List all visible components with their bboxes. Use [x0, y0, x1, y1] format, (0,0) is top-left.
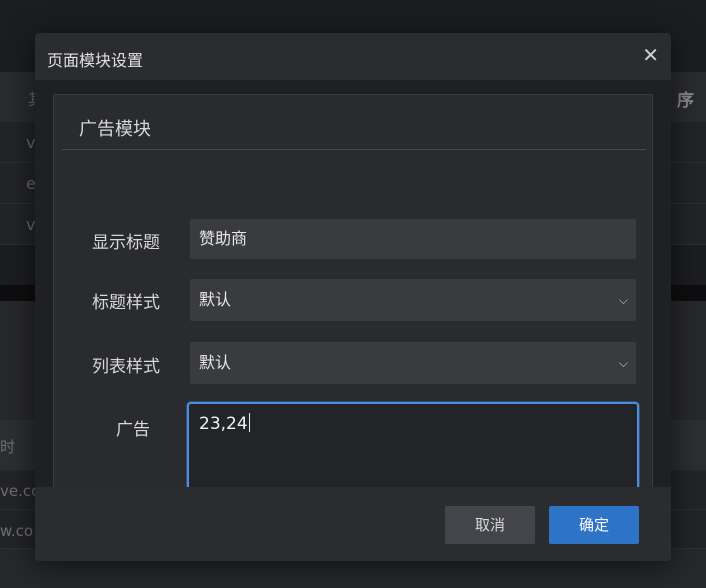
title-style-label: 标题样式: [92, 293, 160, 313]
ads-label: 广告: [116, 420, 150, 440]
close-icon[interactable]: ✕: [642, 43, 659, 67]
title-style-select[interactable]: 默认 ⌵: [190, 279, 636, 321]
page-module-settings-dialog: 页面模块设置 ✕ 广告模块 显示标题 赞助商 标题样式 默认 ⌵ 列表样式 默认…: [35, 33, 671, 561]
chevron-down-icon: ⌵: [618, 356, 628, 370]
section-divider: [62, 149, 646, 150]
bg-second-header-text: 时: [0, 438, 16, 456]
dialog-footer: 取消 确定: [35, 487, 671, 561]
cancel-button[interactable]: 取消: [445, 506, 535, 544]
bg-second-row-text: w.co: [0, 522, 34, 540]
confirm-button[interactable]: 确定: [549, 506, 639, 544]
list-style-value: 默认: [199, 353, 232, 372]
list-style-label: 列表样式: [92, 357, 160, 377]
list-style-select[interactable]: 默认 ⌵: [190, 342, 636, 384]
chevron-down-icon: ⌵: [618, 293, 628, 307]
text-caret: [248, 413, 250, 432]
dialog-body[interactable]: 广告模块 显示标题 赞助商 标题样式 默认 ⌵ 列表样式 默认 ⌵ 广告 23,…: [35, 80, 671, 487]
section-legend: 广告模块: [79, 119, 151, 140]
display-title-input[interactable]: 赞助商: [190, 219, 636, 259]
ad-module-section: 广告模块 显示标题 赞助商 标题样式 默认 ⌵ 列表样式 默认 ⌵ 广告 23,…: [53, 94, 653, 487]
display-title-label: 显示标题: [92, 233, 160, 253]
bg-header-sort: 序: [677, 91, 694, 111]
ads-textarea[interactable]: 23,24: [187, 402, 639, 487]
title-style-value: 默认: [199, 290, 232, 309]
dialog-title: 页面模块设置: [47, 51, 144, 70]
ads-value: 23,24: [199, 414, 248, 434]
